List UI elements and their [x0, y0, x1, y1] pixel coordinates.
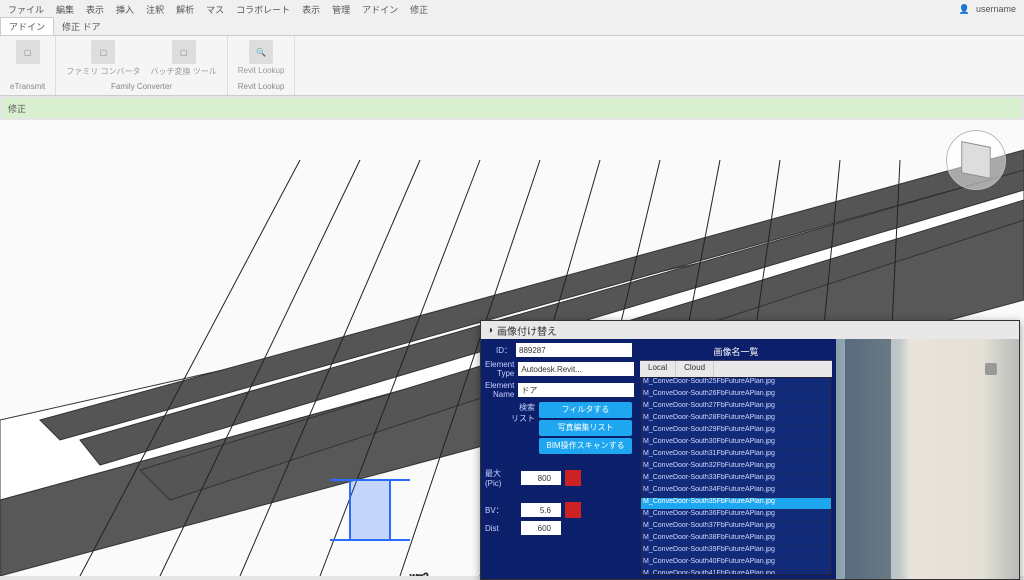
id-input[interactable] — [516, 343, 632, 357]
dialog-title-text: 画像付け替え — [497, 323, 557, 338]
tab-local[interactable]: Local — [640, 361, 676, 377]
options-mode: 修正 — [8, 102, 26, 115]
bim-scan-button[interactable]: BIM操作スキャンする — [539, 438, 632, 454]
list-item[interactable]: M_ConveDoor-South25FbFutureAPlan.jpg — [641, 378, 831, 390]
ribbon-group-lookup: 🔍 Revit Lookup Revit Lookup — [228, 36, 296, 95]
list-item[interactable]: M_ConveDoor-South35FbFutureAPlan.jpg — [641, 498, 831, 510]
bv-spinner[interactable] — [521, 503, 561, 517]
menu-item[interactable]: 表示 — [302, 3, 320, 16]
image-attach-dialog[interactable]: ◑ 画像付け替え ID： Element Type Element Name 検… — [480, 320, 1020, 580]
view-cube-face[interactable] — [961, 141, 990, 179]
ribbon: ▢ eTransmit ▢ ファミリ コンバータ ▢ バッチ変換 ツール Fam… — [0, 36, 1024, 96]
maxpics-action-button[interactable] — [565, 470, 581, 486]
lookup-icon: 🔍 — [249, 40, 273, 64]
ribbon-group-etransmit: ▢ eTransmit — [0, 36, 56, 95]
ribbon-tab-addin[interactable]: アドイン — [0, 17, 54, 35]
menu-item[interactable]: 修正 — [410, 3, 428, 16]
menu-item[interactable]: 注釈 — [146, 3, 164, 16]
ribbon-btn-batch[interactable]: ▢ バッチ変換 ツール — [151, 40, 217, 77]
image-name-list[interactable]: M_ConveDoor-South25FbFutureAPlan.jpgM_Co… — [640, 377, 832, 575]
ribbon-btn-lookup[interactable]: 🔍 Revit Lookup — [238, 40, 285, 75]
ribbon-btn-label: Revit Lookup — [238, 66, 285, 75]
maxpics-spinner[interactable] — [521, 471, 561, 485]
batch-icon: ▢ — [172, 40, 196, 64]
ribbon-group-caption: Revit Lookup — [238, 82, 285, 91]
etransmit-icon: ▢ — [16, 40, 40, 64]
dist-spinner[interactable] — [521, 521, 561, 535]
app-menubar[interactable]: ファイル 編集 表示 挿入 注釈 解析 マス コラボレート 表示 管理 アドイン… — [0, 0, 1024, 18]
ribbon-btn-label: ファミリ コンバータ — [66, 66, 140, 77]
preview-shadow — [845, 339, 891, 579]
ribbon-group-caption: eTransmit — [10, 82, 45, 91]
list-item[interactable]: M_ConveDoor-South28FbFutureAPlan.jpg — [641, 414, 831, 426]
menu-item[interactable]: マス — [206, 3, 224, 16]
ename-input[interactable] — [518, 383, 634, 397]
list-tabs: Local Cloud — [640, 361, 832, 377]
dist-label: Dist — [485, 524, 517, 533]
ename-label: Element Name — [485, 381, 514, 399]
menu-item[interactable]: 挿入 — [116, 3, 134, 16]
menu-item[interactable]: 編集 — [56, 3, 74, 16]
ribbon-btn-label: バッチ変換 ツール — [151, 66, 217, 77]
list-item[interactable]: M_ConveDoor-South30FbFutureAPlan.jpg — [641, 438, 831, 450]
list-item[interactable]: M_ConveDoor-South41FbFutureAPlan.jpg — [641, 570, 831, 575]
list-item[interactable]: M_ConveDoor-South33FbFutureAPlan.jpg — [641, 474, 831, 486]
list-item[interactable]: M_ConveDoor-South38FbFutureAPlan.jpg — [641, 534, 831, 546]
tab-cloud[interactable]: Cloud — [676, 361, 714, 377]
menu-item[interactable]: 解析 — [176, 3, 194, 16]
ribbon-group-caption: Family Converter — [111, 82, 172, 91]
etype-label: Element Type — [485, 360, 514, 378]
menu-item[interactable]: コラボレート — [236, 3, 290, 16]
list-item[interactable]: M_ConveDoor-South39FbFutureAPlan.jpg — [641, 546, 831, 558]
menu-item[interactable]: 表示 — [86, 3, 104, 16]
list-item[interactable]: M_ConveDoor-South31FbFutureAPlan.jpg — [641, 450, 831, 462]
list-item[interactable]: M_ConveDoor-South36FbFutureAPlan.jpg — [641, 510, 831, 522]
view-cube[interactable] — [946, 130, 1006, 190]
filter-button[interactable]: フィルタする — [539, 402, 632, 418]
photo-edit-list-button[interactable]: 写真編集リスト — [539, 420, 632, 436]
list-item[interactable]: M_ConveDoor-South37FbFutureAPlan.jpg — [641, 522, 831, 534]
family-converter-icon: ▢ — [91, 40, 115, 64]
ribbon-group-familyconv: ▢ ファミリ コンバータ ▢ バッチ変換 ツール Family Converte… — [56, 36, 227, 95]
preview-door-plate — [985, 363, 997, 375]
list-item[interactable]: M_ConveDoor-South40FbFutureAPlan.jpg — [641, 558, 831, 570]
options-bar: 修正 — [2, 98, 1022, 118]
ribbon-tab-modify[interactable]: 修正 ドア — [54, 18, 109, 35]
menu-item[interactable]: 管理 — [332, 3, 350, 16]
ribbon-tabs: アドイン 修正 ドア — [0, 18, 1024, 36]
dialog-icon: ◑ — [487, 325, 493, 336]
bv-label: BV： — [485, 505, 517, 516]
ribbon-btn-familyconv[interactable]: ▢ ファミリ コンバータ — [66, 40, 140, 77]
list-item[interactable]: M_ConveDoor-South29FbFutureAPlan.jpg — [641, 426, 831, 438]
ribbon-btn-etransmit[interactable]: ▢ — [16, 40, 40, 66]
list-item[interactable]: M_ConveDoor-South32FbFutureAPlan.jpg — [641, 462, 831, 474]
menubar-right: 👤 username — [959, 4, 1016, 15]
list-item[interactable]: M_ConveDoor-South27FbFutureAPlan.jpg — [641, 402, 831, 414]
etype-input[interactable] — [518, 362, 634, 376]
image-preview — [836, 339, 1019, 579]
bv-action-button[interactable] — [565, 502, 581, 518]
user-name[interactable]: username — [976, 4, 1016, 14]
maxpics-label: 最大(Pic) — [485, 468, 517, 488]
menu-item[interactable]: アドイン — [362, 3, 398, 16]
dialog-list-panel: 画像名一覧 Local Cloud M_ConveDoor-South25FbF… — [636, 339, 836, 579]
menu-item[interactable]: ファイル — [8, 3, 44, 16]
section-label: 検索 リスト — [485, 402, 535, 424]
list-item[interactable]: M_ConveDoor-South26FbFutureAPlan.jpg — [641, 390, 831, 402]
dialog-titlebar[interactable]: ◑ 画像付け替え — [481, 321, 1019, 339]
list-item[interactable]: M_ConveDoor-South34FbFutureAPlan.jpg — [641, 486, 831, 498]
dialog-form-panel: ID： Element Type Element Name 検索 リスト フィル… — [481, 339, 636, 579]
list-header: 画像名一覧 — [640, 343, 832, 361]
id-label: ID： — [485, 345, 512, 356]
svg-text:w=2: w=2 — [409, 572, 429, 576]
user-icon: 👤 — [959, 4, 970, 15]
